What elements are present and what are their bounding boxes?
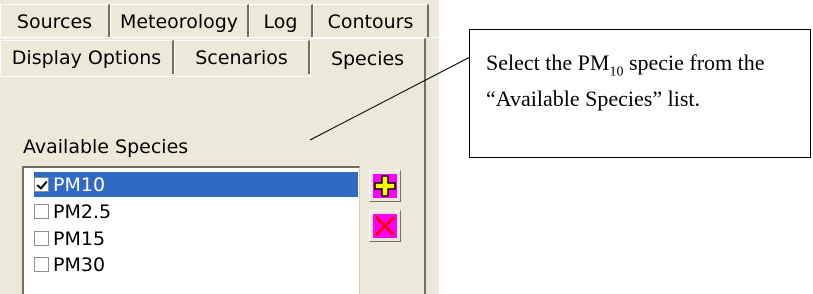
instruction-callout: Select the PM10 specie from the “Availab… [469, 29, 811, 158]
callout-text: Select the PM10 specie from the “Availab… [486, 50, 765, 111]
